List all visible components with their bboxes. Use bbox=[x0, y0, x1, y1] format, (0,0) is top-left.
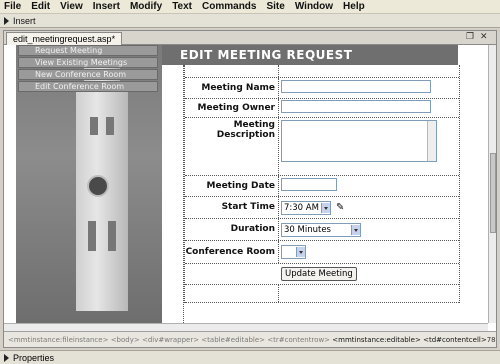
duration-label: Duration bbox=[185, 219, 279, 240]
tag-fileinstance[interactable]: <mmtinstance:fileinstance> bbox=[8, 336, 108, 344]
form-row-meeting-owner: Meeting Owner bbox=[185, 99, 459, 118]
start-time-label: Start Time bbox=[185, 197, 279, 218]
properties-panel-label: Properties bbox=[13, 352, 55, 363]
form-row-duration: Duration 30 Minutes bbox=[185, 219, 459, 241]
tag-div-wrapper[interactable]: <div#wrapper> bbox=[142, 336, 199, 344]
nav-view-existing-meetings[interactable]: View Existing Meetings bbox=[18, 57, 158, 68]
close-icon[interactable]: ✕ bbox=[480, 32, 488, 42]
document-tab[interactable]: edit_meetingrequest.asp* bbox=[6, 32, 123, 45]
textarea-scrollbar[interactable] bbox=[427, 121, 436, 161]
meeting-date-label: Meeting Date bbox=[185, 176, 279, 196]
tag-table-editable[interactable]: <table#editable> bbox=[201, 336, 265, 344]
form-row-submit: Update Meeting bbox=[185, 264, 459, 285]
vertical-scrollbar[interactable] bbox=[488, 45, 496, 323]
meeting-date-input[interactable] bbox=[281, 178, 337, 191]
document-window: edit_meetingrequest.asp* ❐ ✕ Request Mee… bbox=[3, 30, 497, 348]
clock-face-icon bbox=[87, 175, 109, 197]
tag-body[interactable]: <body> bbox=[111, 336, 140, 344]
update-meeting-button[interactable]: Update Meeting bbox=[281, 267, 357, 281]
menu-text[interactable]: Text bbox=[172, 1, 192, 12]
tag-mmtinstance-editable[interactable]: <mmtinstance:editable> bbox=[332, 336, 421, 344]
menu-modify[interactable]: Modify bbox=[130, 1, 162, 12]
meeting-description-label: Meeting Description bbox=[185, 118, 279, 175]
meeting-owner-label: Meeting Owner bbox=[185, 99, 279, 117]
form-spacer-row bbox=[185, 285, 459, 303]
restore-icon[interactable]: ❐ bbox=[466, 32, 474, 42]
form-row-meeting-description: Meeting Description bbox=[185, 118, 459, 176]
document-tab-bar: edit_meetingrequest.asp* ❐ ✕ bbox=[4, 31, 496, 45]
edit-meeting-form: Meeting Name Meeting Owner Meeting Descr… bbox=[184, 65, 460, 303]
layout-cell-divider bbox=[162, 65, 184, 323]
expand-triangle-icon[interactable] bbox=[4, 353, 9, 362]
menu-edit[interactable]: Edit bbox=[31, 1, 50, 12]
nav-new-conference-room[interactable]: New Conference Room bbox=[18, 69, 158, 80]
conference-room-label: Conference Room bbox=[185, 241, 279, 263]
expand-triangle-icon[interactable] bbox=[4, 16, 9, 25]
menu-commands[interactable]: Commands bbox=[202, 1, 256, 12]
menu-help[interactable]: Help bbox=[343, 1, 365, 12]
insert-panel-bar[interactable]: Insert bbox=[0, 14, 500, 28]
chevron-down-icon bbox=[296, 246, 305, 257]
form-row-start-time: Start Time 7:30 AM ✎ bbox=[185, 197, 459, 219]
chevron-down-icon bbox=[351, 224, 360, 235]
menu-file[interactable]: File bbox=[4, 1, 21, 12]
design-canvas: Request Meeting View Existing Meetings N… bbox=[4, 45, 488, 323]
meeting-name-label: Meeting Name bbox=[185, 78, 279, 98]
meeting-owner-input[interactable] bbox=[281, 100, 431, 113]
form-spacer-row bbox=[185, 65, 459, 78]
chevron-down-icon bbox=[321, 202, 330, 213]
menu-insert[interactable]: Insert bbox=[93, 1, 120, 12]
form-row-meeting-name: Meeting Name bbox=[185, 78, 459, 99]
tag-tr-contentrow[interactable]: <tr#contentrow> bbox=[267, 336, 330, 344]
menu-view[interactable]: View bbox=[60, 1, 83, 12]
form-element-icon: ✎ bbox=[336, 202, 345, 213]
scrollbar-thumb[interactable] bbox=[490, 153, 496, 233]
tag-td-contentcell[interactable]: <td#contentcell> bbox=[423, 336, 487, 344]
nav-request-meeting[interactable]: Request Meeting bbox=[18, 45, 158, 56]
meeting-name-input[interactable] bbox=[281, 80, 431, 93]
menu-window[interactable]: Window bbox=[295, 1, 333, 12]
nav-edit-conference-room[interactable]: Edit Conference Room bbox=[18, 81, 158, 92]
page-title: EDIT MEETING REQUEST bbox=[162, 45, 458, 65]
tag-selector-bar: <mmtinstance:fileinstance> <body> <div#w… bbox=[4, 331, 496, 347]
form-row-meeting-date: Meeting Date bbox=[185, 176, 459, 197]
menu-site[interactable]: Site bbox=[266, 1, 284, 12]
meeting-description-textarea[interactable] bbox=[281, 120, 437, 162]
properties-panel-bar[interactable]: Properties bbox=[0, 350, 500, 364]
conference-room-select[interactable] bbox=[281, 244, 306, 259]
form-row-conference-room: Conference Room bbox=[185, 241, 459, 264]
nav-list: Request Meeting View Existing Meetings N… bbox=[18, 45, 158, 93]
duration-select[interactable]: 30 Minutes bbox=[281, 222, 361, 237]
start-time-select[interactable]: 7:30 AM bbox=[281, 200, 331, 215]
document-size-info: 784 x 460 • 26K / 8 sec bbox=[486, 335, 496, 344]
insert-panel-label: Insert bbox=[13, 15, 36, 26]
menu-bar: File Edit View Insert Modify Text Comman… bbox=[0, 0, 500, 14]
horizontal-scrollbar[interactable] bbox=[4, 323, 488, 331]
